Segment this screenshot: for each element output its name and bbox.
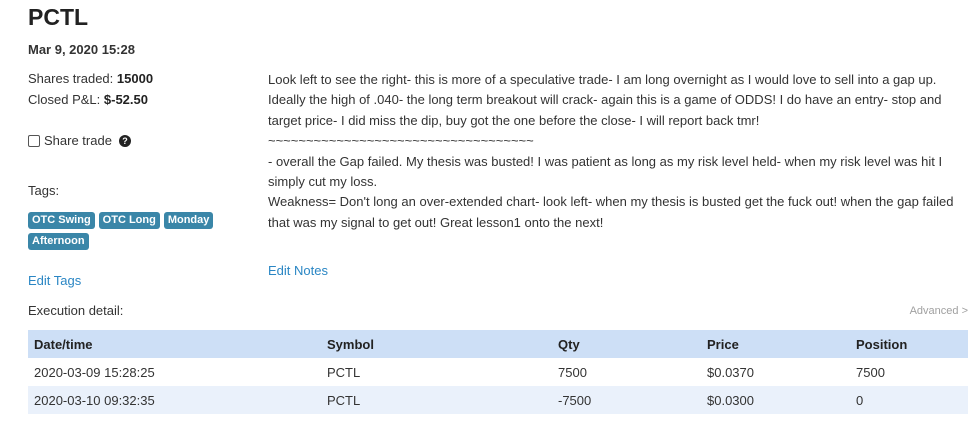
table-header-row: Date/time Symbol Qty Price Position <box>28 330 968 358</box>
column-header-qty: Qty <box>552 330 701 358</box>
tag-otc-long[interactable]: OTC Long <box>98 212 160 229</box>
cell-price: $0.0300 <box>701 386 850 414</box>
closed-pnl-stat: Closed P&L: $-52.50 <box>28 92 148 107</box>
cell-datetime: 2020-03-09 15:28:25 <box>28 358 321 386</box>
edit-notes-link[interactable]: Edit Notes <box>268 263 328 278</box>
cell-qty: 7500 <box>552 358 701 386</box>
execution-detail-label: Execution detail: <box>28 303 124 318</box>
share-trade-checkbox[interactable] <box>28 134 40 147</box>
share-trade-row: Share trade ? <box>28 133 131 148</box>
table-row: 2020-03-09 15:28:25 PCTL 7500 $0.0370 75… <box>28 358 968 386</box>
column-header-symbol: Symbol <box>321 330 552 358</box>
notes-separator: ~~~~~~~~~~~~~~~~~~~~~~~~~~~~~~~~~~~ <box>268 133 534 149</box>
tag-otc-swing[interactable]: OTC Swing <box>28 212 95 229</box>
cell-symbol: PCTL <box>321 386 552 414</box>
notes-paragraph: Look left to see the right- this is more… <box>268 72 942 128</box>
tag-monday[interactable]: Monday <box>163 212 214 229</box>
table-row: 2020-03-10 09:32:35 PCTL -7500 $0.0300 0 <box>28 386 968 414</box>
shares-traded-label: Shares traded: <box>28 71 114 86</box>
tag-afternoon[interactable]: Afternoon <box>28 233 89 250</box>
closed-pnl-value: $-52.50 <box>103 92 148 107</box>
notes-paragraph: Weakness= Don't long an over-extended ch… <box>268 194 954 230</box>
share-trade-label[interactable]: Share trade <box>44 133 112 148</box>
tag-list: OTC Swing OTC Long Monday Afternoon <box>28 212 228 250</box>
tags-label: Tags: <box>28 183 60 198</box>
trade-notes: Look left to see the right- this is more… <box>268 70 958 233</box>
question-circle-icon[interactable]: ? <box>118 134 131 147</box>
column-header-price: Price <box>701 330 850 358</box>
edit-tags-link[interactable]: Edit Tags <box>28 273 81 288</box>
notes-paragraph: - overall the Gap failed. My thesis was … <box>268 153 943 190</box>
cell-position: 0 <box>850 386 968 414</box>
page-title: PCTL <box>28 4 89 30</box>
cell-price: $0.0370 <box>701 358 850 386</box>
column-header-datetime: Date/time <box>28 330 321 358</box>
trade-datetime: Mar 9, 2020 15:28 <box>28 42 135 57</box>
execution-table: Date/time Symbol Qty Price Position 2020… <box>28 330 968 414</box>
cell-qty: -7500 <box>552 386 701 414</box>
column-header-position: Position <box>850 330 968 358</box>
cell-datetime: 2020-03-10 09:32:35 <box>28 386 321 414</box>
cell-symbol: PCTL <box>321 358 552 386</box>
cell-position: 7500 <box>850 358 968 386</box>
shares-traded-stat: Shares traded: 15000 <box>28 71 153 86</box>
advanced-link[interactable]: Advanced > <box>910 305 968 317</box>
closed-pnl-label: Closed P&L: <box>28 92 101 107</box>
shares-traded-value: 15000 <box>116 71 154 86</box>
